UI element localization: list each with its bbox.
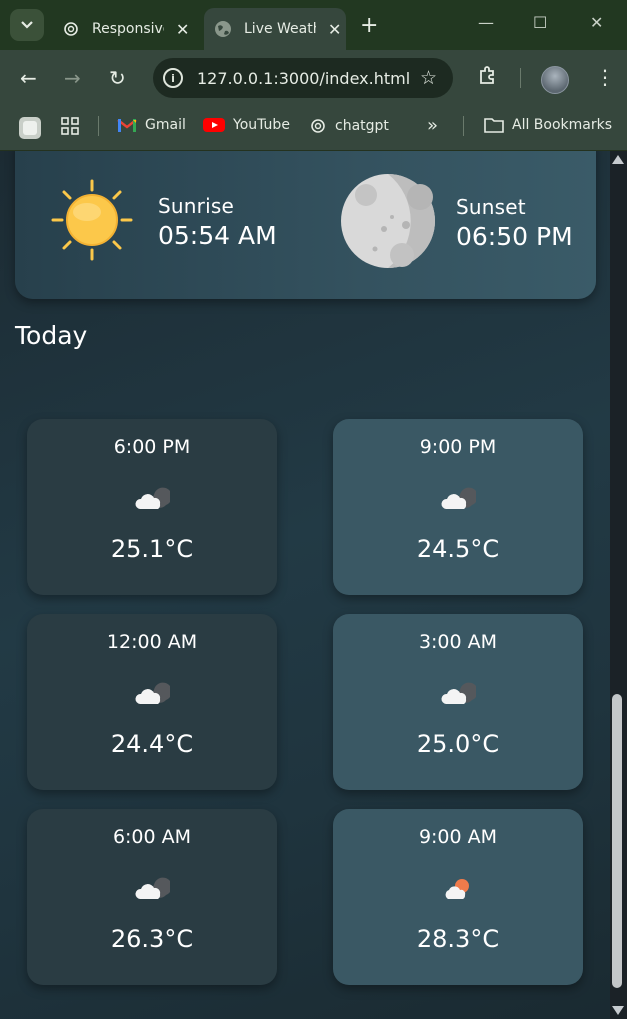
forward-icon[interactable]: → xyxy=(64,66,81,90)
tab-search-button[interactable] xyxy=(10,9,44,41)
address-bar[interactable]: i 127.0.0.1:3000/index.html ☆ xyxy=(153,58,453,98)
youtube-icon xyxy=(203,117,225,133)
divider xyxy=(463,116,464,136)
hour-temp: 26.3°C xyxy=(110,925,194,953)
moon-icon xyxy=(340,173,436,273)
hourly-card: 9:00 AM 28.3°C xyxy=(333,809,583,985)
hour-temp: 25.1°C xyxy=(110,535,194,563)
grid-icon[interactable] xyxy=(60,116,80,140)
divider xyxy=(520,68,521,88)
hour-time: 9:00 AM xyxy=(418,826,498,848)
tab-responsive[interactable]: Responsive ✕ xyxy=(52,8,194,50)
hourly-card: 3:00 AM 25.0°C xyxy=(333,614,583,790)
folder-icon xyxy=(484,117,504,133)
url-text: 127.0.0.1:3000/index.html xyxy=(197,68,411,88)
scrollbar-thumb[interactable] xyxy=(612,694,622,988)
tab-title: Responsive xyxy=(92,21,164,37)
bookmark-label: All Bookmarks xyxy=(512,117,613,133)
extensions-icon[interactable] xyxy=(476,64,498,90)
hour-time: 3:00 AM xyxy=(418,631,498,653)
close-icon[interactable]: ✕ xyxy=(328,20,341,39)
hour-temp: 24.4°C xyxy=(110,730,194,758)
all-bookmarks-button[interactable]: All Bookmarks xyxy=(484,117,612,133)
hourly-card: 6:00 PM 25.1°C xyxy=(27,419,277,595)
globe-icon xyxy=(214,20,232,38)
hourly-card: 12:00 AM 24.4°C xyxy=(27,614,277,790)
partly-cloudy-day-icon xyxy=(440,875,476,907)
divider xyxy=(98,116,99,136)
tab-bar: Responsive ✕ Live Weather ✕ + — ☐ ✕ xyxy=(0,0,627,50)
sunrise-sunset-card: Sunrise 05:54 AM Sunset 06:50 PM xyxy=(15,151,596,299)
chatgpt-icon xyxy=(62,20,80,38)
menu-icon[interactable]: ⋮ xyxy=(595,65,615,89)
avatar[interactable] xyxy=(541,66,569,94)
apps-square-icon[interactable] xyxy=(19,117,41,139)
sun-icon xyxy=(51,179,133,265)
bookmark-star-icon[interactable]: ☆ xyxy=(420,67,437,89)
close-icon[interactable]: ✕ xyxy=(176,20,189,39)
reload-icon[interactable]: ↻ xyxy=(109,66,126,90)
hour-time: 9:00 PM xyxy=(419,436,497,458)
cloudy-night-icon xyxy=(440,485,478,517)
bookmark-youtube[interactable]: YouTube xyxy=(203,117,290,133)
bookmark-label: YouTube xyxy=(233,117,290,133)
gmail-icon xyxy=(117,117,137,133)
new-tab-button[interactable]: + xyxy=(360,13,378,38)
bookmark-chatgpt[interactable]: chatgpt xyxy=(309,117,389,135)
hour-time: 6:00 PM xyxy=(113,436,191,458)
section-heading-today: Today xyxy=(15,321,88,350)
tab-title: Live Weather xyxy=(244,21,316,37)
toolbar: ← → ↻ i 127.0.0.1:3000/index.html ☆ ⋮ xyxy=(0,50,627,106)
bookmarks-overflow-button[interactable]: » xyxy=(427,115,438,136)
hour-time: 12:00 AM xyxy=(106,631,198,653)
sunset-group: Sunset 06:50 PM xyxy=(340,173,573,273)
hour-temp: 24.5°C xyxy=(416,535,500,563)
cloudy-night-icon xyxy=(440,680,478,712)
sunrise-time: 05:54 AM xyxy=(158,221,277,250)
cloudy-night-icon xyxy=(134,875,172,907)
scroll-down-arrow-icon[interactable] xyxy=(612,1006,624,1015)
weather-page: Sunrise 05:54 AM Sunset 06:50 PM Today 6… xyxy=(0,151,610,1019)
maximize-icon[interactable]: ☐ xyxy=(533,13,547,32)
minimize-icon[interactable]: — xyxy=(478,13,494,32)
hour-time: 6:00 AM xyxy=(112,826,192,848)
bookmark-gmail[interactable]: Gmail xyxy=(117,117,186,133)
cloudy-night-icon xyxy=(134,680,172,712)
site-info-icon[interactable]: i xyxy=(163,68,183,88)
bookmark-label: chatgpt xyxy=(335,118,389,134)
hour-temp: 28.3°C xyxy=(416,925,500,953)
hour-temp: 25.0°C xyxy=(416,730,500,758)
scroll-up-arrow-icon[interactable] xyxy=(612,155,624,164)
bookmarks-bar: Gmail YouTube chatgpt » All Bookmarks xyxy=(0,106,627,151)
sunrise-label: Sunrise xyxy=(158,194,234,218)
sunset-label: Sunset xyxy=(456,195,526,219)
tab-live-weather[interactable]: Live Weather ✕ xyxy=(204,8,346,50)
hourly-card: 6:00 AM 26.3°C xyxy=(27,809,277,985)
chatgpt-icon xyxy=(309,117,327,135)
sunset-time: 06:50 PM xyxy=(456,222,573,251)
bookmark-label: Gmail xyxy=(145,117,186,133)
chevron-down-icon xyxy=(21,21,33,29)
cloudy-night-icon xyxy=(134,485,172,517)
back-icon[interactable]: ← xyxy=(20,66,37,90)
hourly-card: 9:00 PM 24.5°C xyxy=(333,419,583,595)
close-window-icon[interactable]: ✕ xyxy=(590,13,603,32)
sunrise-group: Sunrise 05:54 AM xyxy=(51,179,277,265)
